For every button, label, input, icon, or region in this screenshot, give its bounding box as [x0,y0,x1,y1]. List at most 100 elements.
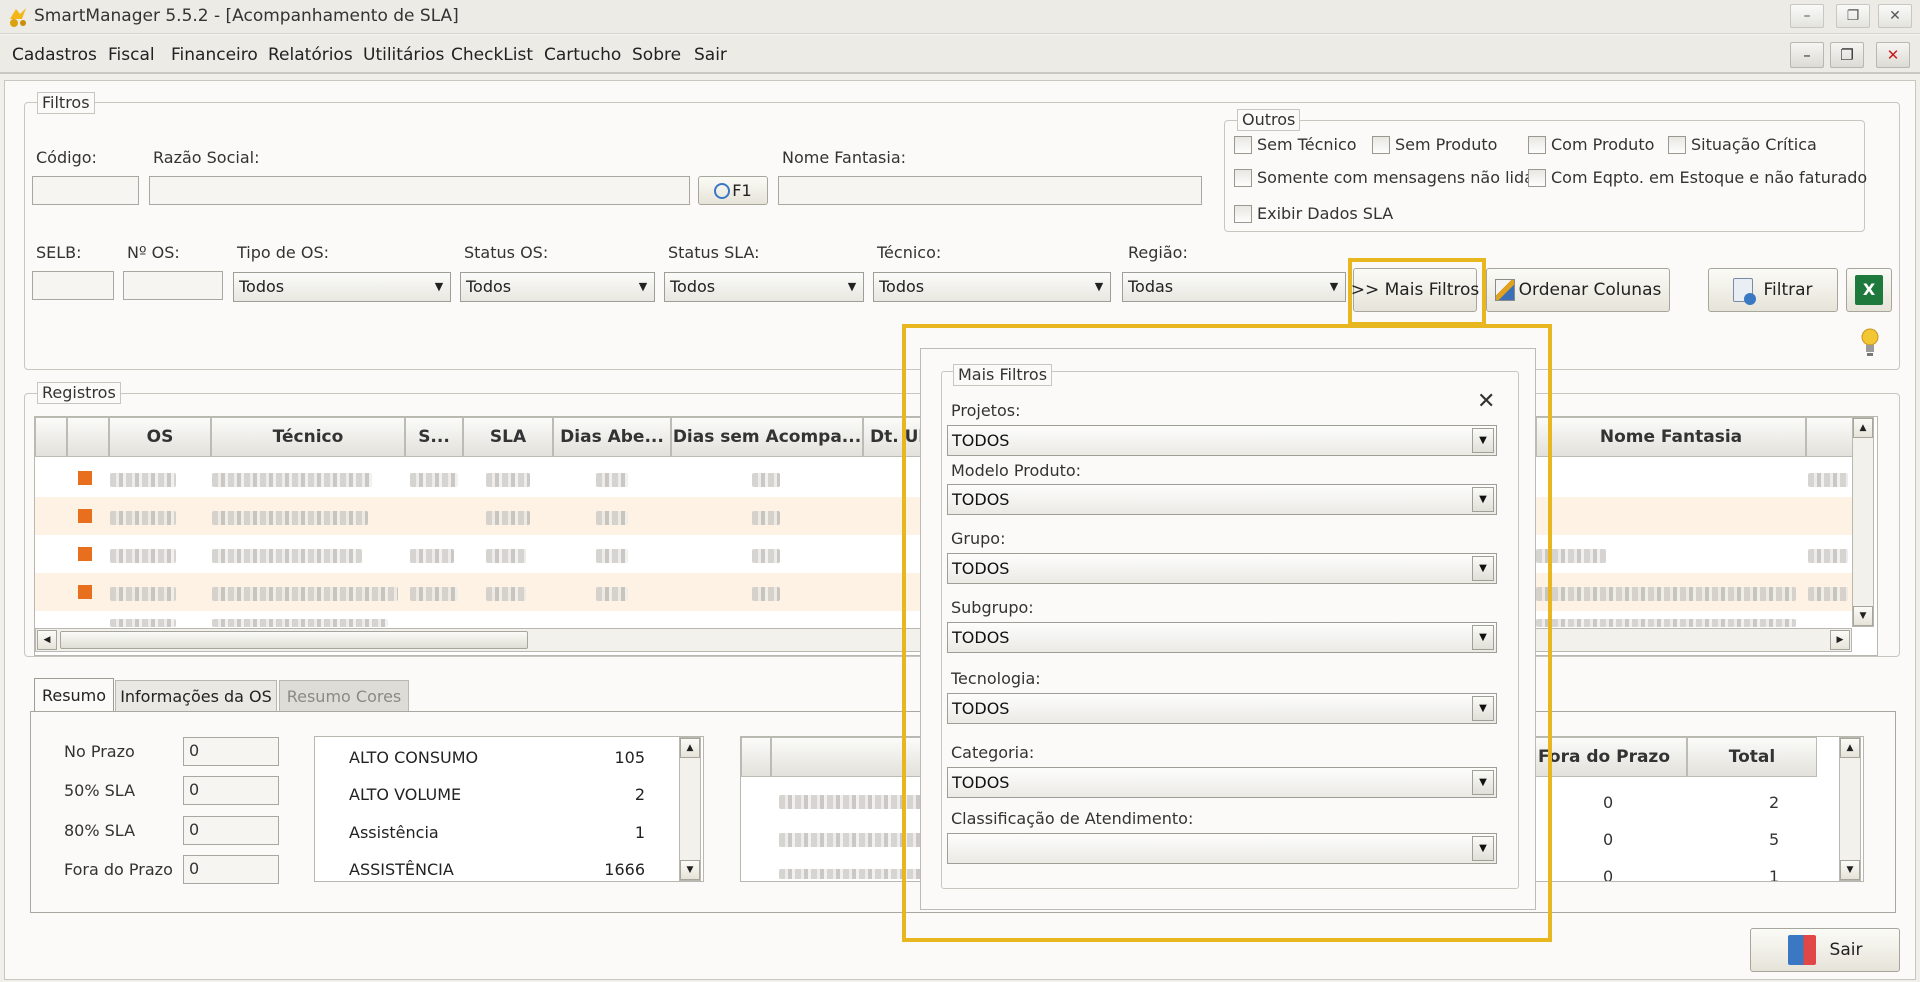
tec-grid-header-total[interactable]: Total [1687,737,1817,777]
status-os-select[interactable]: Todos ▼ [460,272,655,302]
scroll-up-icon[interactable]: ▲ [680,738,700,758]
exit-door-icon [1787,935,1816,965]
tipo-os-label: Tipo de OS: [237,243,329,262]
grid-header-os[interactable]: OS [109,417,211,457]
redacted-text [1808,473,1848,487]
redacted-text [212,587,398,601]
scroll-right-icon[interactable]: ▶ [1830,630,1850,650]
f1-label: F1 [732,181,752,200]
tecnico-value: Todos [879,277,925,296]
exibir-dados-sla-checkbox[interactable]: Exibir Dados SLA [1234,204,1393,223]
list-item[interactable]: ASSISTÊNCIA 1666 [349,860,645,879]
nome-fantasia-label: Nome Fantasia: [782,148,907,167]
grid-header-dias-abertos[interactable]: Dias Abe... [553,417,671,457]
horizontal-scroll-thumb[interactable] [60,631,528,649]
minimize-button[interactable]: – [1790,4,1824,28]
categorias-list[interactable]: ALTO CONSUMO 105 ALTO VOLUME 2 Assistência… [314,736,704,882]
close-button[interactable]: ✕ [1878,4,1912,28]
registros-vertical-scrollbar[interactable]: ▲ ▼ [1852,417,1874,627]
com-produto-checkbox[interactable]: Com Produto [1528,135,1654,154]
com-eqpto-checkbox[interactable]: Com Eqpto. em Estoque e não faturado [1528,168,1867,187]
excel-icon: X [1855,275,1883,305]
grid-header-sla[interactable]: SLA [463,417,553,457]
sem-tecnico-checkbox[interactable]: Sem Técnico [1234,135,1357,154]
categoria-select[interactable]: TODOS ▼ [947,767,1497,798]
menu-checklist[interactable]: CheckList [451,45,533,65]
situacao-critica-checkbox[interactable]: Situação Crítica [1668,135,1817,154]
scroll-up-icon[interactable]: ▲ [1840,738,1860,758]
chevron-down-icon: ▼ [847,280,857,293]
menu-utilitarios[interactable]: Utilitários [363,45,444,65]
no-prazo-label: No Prazo [64,742,135,761]
child-close-button[interactable]: ✕ [1876,42,1910,68]
tecnologia-select[interactable]: TODOS ▼ [947,693,1497,724]
list-item[interactable]: ALTO VOLUME 2 [349,785,645,804]
scroll-down-icon[interactable]: ▼ [1853,606,1873,626]
tab-informacoes-os[interactable]: Informações da OS [115,680,277,712]
nos-input[interactable] [123,271,223,300]
grupo-select[interactable]: TODOS ▼ [947,553,1497,584]
scroll-up-icon[interactable]: ▲ [1853,418,1873,438]
menu-sobre[interactable]: Sobre [632,45,681,65]
mais-filtros-legend: Mais Filtros [953,364,1053,386]
f1-search-button[interactable]: F1 [698,176,768,205]
list-item[interactable]: Assistência 1 [349,823,645,842]
tecnico-select[interactable]: Todos ▼ [873,272,1111,302]
child-restore-button[interactable]: ❐ [1830,42,1864,68]
razao-social-input[interactable] [149,176,690,205]
tipo-os-value: Todos [239,277,285,296]
nome-fantasia-input[interactable] [778,176,1202,205]
scroll-left-icon[interactable]: ◀ [37,630,57,650]
chevron-down-icon: ▼ [1472,770,1494,795]
projetos-select[interactable]: TODOS ▼ [947,425,1497,456]
scroll-down-icon[interactable]: ▼ [1840,860,1860,880]
close-icon[interactable]: ✕ [1477,389,1495,414]
tec-row-total: 5 [1769,830,1780,849]
grid-header-dias-sem-acompanhamento[interactable]: Dias sem Acompa... [671,417,863,457]
subgrupo-select[interactable]: TODOS ▼ [947,622,1497,653]
exibir-dados-sla-label: Exibir Dados SLA [1257,204,1394,223]
sla50-value: 0 [183,776,279,805]
status-sla-select[interactable]: Todos ▼ [664,272,864,302]
chevron-down-icon: ▼ [1329,280,1339,293]
chevron-down-icon: ▼ [1472,556,1494,581]
sair-label: Sair [1829,940,1863,960]
categorias-scrollbar[interactable]: ▲ ▼ [679,737,701,881]
scroll-down-icon[interactable]: ▼ [680,860,700,880]
document-filter-icon [1733,278,1757,305]
filtrar-button[interactable]: Filtrar [1708,268,1838,312]
tipo-os-select[interactable]: Todos ▼ [233,272,451,302]
sem-produto-checkbox[interactable]: Sem Produto [1372,135,1497,154]
status-os-value: Todos [466,277,512,296]
menu-sair[interactable]: Sair [694,45,727,65]
somente-mensagens-label: Somente com mensagens não lidas [1257,168,1543,187]
menu-relatorios[interactable]: Relatórios [268,45,353,65]
grid-header-tecnico[interactable]: Técnico [211,417,405,457]
regiao-select[interactable]: Todas ▼ [1122,272,1346,302]
child-minimize-button[interactable]: – [1790,42,1824,68]
tab-resumo[interactable]: Resumo [34,678,114,712]
grid-header-nome-fantasia[interactable]: Nome Fantasia [1536,417,1806,457]
menu-cartucho[interactable]: Cartucho [544,45,621,65]
registros-legend: Registros [37,382,121,404]
sla80-value: 0 [183,816,279,845]
menu-fiscal[interactable]: Fiscal [108,45,155,65]
chevron-down-icon: ▼ [1472,428,1494,453]
ordenar-colunas-button[interactable]: Ordenar Colunas [1486,268,1670,312]
sair-button[interactable]: Sair [1750,928,1900,972]
selb-input[interactable] [32,271,114,300]
excel-export-button[interactable]: X [1846,268,1892,312]
codigo-input[interactable] [32,176,139,205]
tec-grid-scrollbar[interactable]: ▲ ▼ [1839,737,1861,881]
somente-mensagens-checkbox[interactable]: Somente com mensagens não lidas [1234,168,1542,187]
list-item[interactable]: ALTO CONSUMO 105 [349,748,645,767]
classificacao-select[interactable]: ▼ [947,833,1497,864]
maximize-button[interactable]: ❐ [1836,4,1870,28]
menu-cadastros[interactable]: Cadastros [12,45,97,65]
modelo-produto-select[interactable]: TODOS ▼ [947,484,1497,515]
lightbulb-icon[interactable] [1860,326,1880,358]
tab-resumo-cores[interactable]: Resumo Cores [279,680,409,712]
mais-filtros-button[interactable]: >> Mais Filtros [1351,268,1479,312]
grid-header-s[interactable]: S... [405,417,463,457]
menu-financeiro[interactable]: Financeiro [171,45,258,65]
